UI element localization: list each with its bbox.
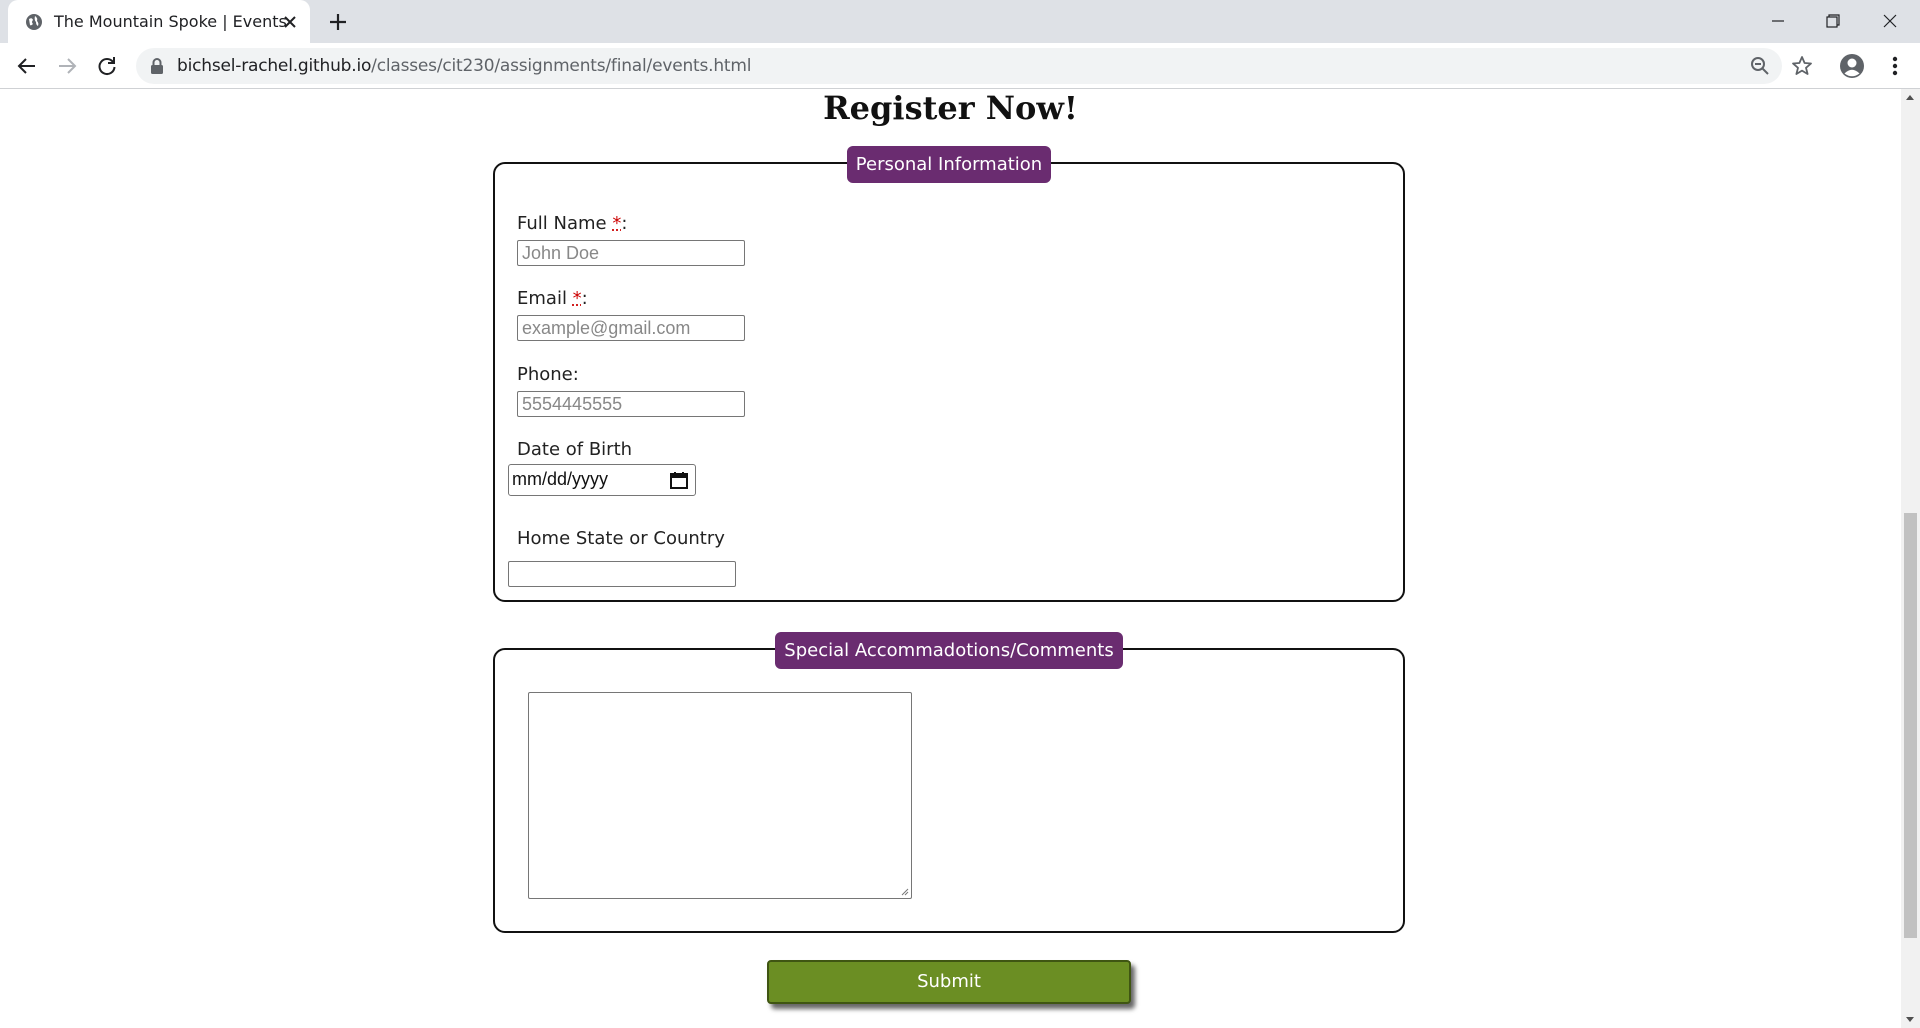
restore-icon[interactable] <box>1812 6 1852 36</box>
page-title: Register Now! <box>823 89 1078 127</box>
phone-label: Phone: <box>517 364 579 385</box>
date-of-birth-input[interactable]: mm/dd/yyyy <box>508 464 696 496</box>
page-scrollbar[interactable] <box>1901 89 1920 1028</box>
submit-button[interactable]: Submit <box>767 960 1131 1004</box>
special-accommodations-fieldset: Special Accommadotions/Comments <box>493 632 1405 933</box>
phone-input[interactable]: 5554445555 <box>517 391 745 417</box>
date-of-birth-value: mm/dd/yyyy <box>512 469 609 489</box>
close-icon[interactable] <box>280 12 300 32</box>
scroll-up-arrow-icon[interactable] <box>1906 95 1914 100</box>
email-label: Email *: <box>517 288 588 309</box>
page-content: Register Now! Personal Information Full … <box>0 89 1901 1028</box>
date-of-birth-label: Date of Birth <box>517 439 633 460</box>
resize-grip-icon[interactable] <box>899 886 909 896</box>
full-name-label: Full Name *: <box>517 213 627 234</box>
minimize-icon[interactable] <box>1758 6 1798 36</box>
label-colon: : <box>621 213 628 234</box>
personal-information-legend: Personal Information <box>846 146 1052 183</box>
browser-toolbar: bichsel-rachel.github.io/classes/cit230/… <box>0 43 1920 89</box>
tab-strip: The Mountain Spoke | Events <box>0 0 1920 43</box>
menu-icon[interactable] <box>1882 53 1908 79</box>
personal-information-fieldset: Personal Information Full Name *: John D… <box>493 146 1405 602</box>
forward-icon[interactable] <box>54 53 80 79</box>
label-colon: : <box>581 288 588 309</box>
url-text[interactable]: bichsel-rachel.github.io/classes/cit230/… <box>177 56 751 76</box>
globe-icon <box>26 14 42 30</box>
home-state-input[interactable] <box>508 561 736 587</box>
address-bar[interactable]: bichsel-rachel.github.io/classes/cit230/… <box>136 48 1812 84</box>
required-marker: * <box>612 213 622 234</box>
home-state-label: Home State or Country <box>517 528 725 549</box>
plus-icon[interactable] <box>326 10 350 34</box>
tab-title: The Mountain Spoke | Events <box>54 12 287 31</box>
back-icon[interactable] <box>14 53 40 79</box>
reload-icon[interactable] <box>94 53 120 79</box>
special-accommodations-legend: Special Accommadotions/Comments <box>775 632 1123 669</box>
scroll-down-arrow-icon[interactable] <box>1906 1017 1914 1022</box>
active-tab[interactable]: The Mountain Spoke | Events <box>8 0 310 43</box>
full-name-label-text: Full Name <box>517 213 613 234</box>
zoom-icon[interactable] <box>1750 56 1770 76</box>
star-icon[interactable] <box>1791 55 1813 77</box>
calendar-icon[interactable] <box>669 470 689 490</box>
scroll-thumb[interactable] <box>1904 513 1917 938</box>
email-label-text: Email <box>517 288 573 309</box>
email-input[interactable]: example@gmail.com <box>517 315 745 341</box>
window-close-icon[interactable] <box>1870 6 1910 36</box>
comments-textarea[interactable] <box>528 692 912 899</box>
profile-icon[interactable] <box>1839 53 1865 79</box>
url-path: /classes/cit230/assignments/final/events… <box>371 56 752 76</box>
full-name-input[interactable]: John Doe <box>517 240 745 266</box>
lock-icon[interactable] <box>150 58 164 74</box>
url-host: bichsel-rachel.github.io <box>177 56 372 76</box>
required-marker: * <box>572 288 582 309</box>
